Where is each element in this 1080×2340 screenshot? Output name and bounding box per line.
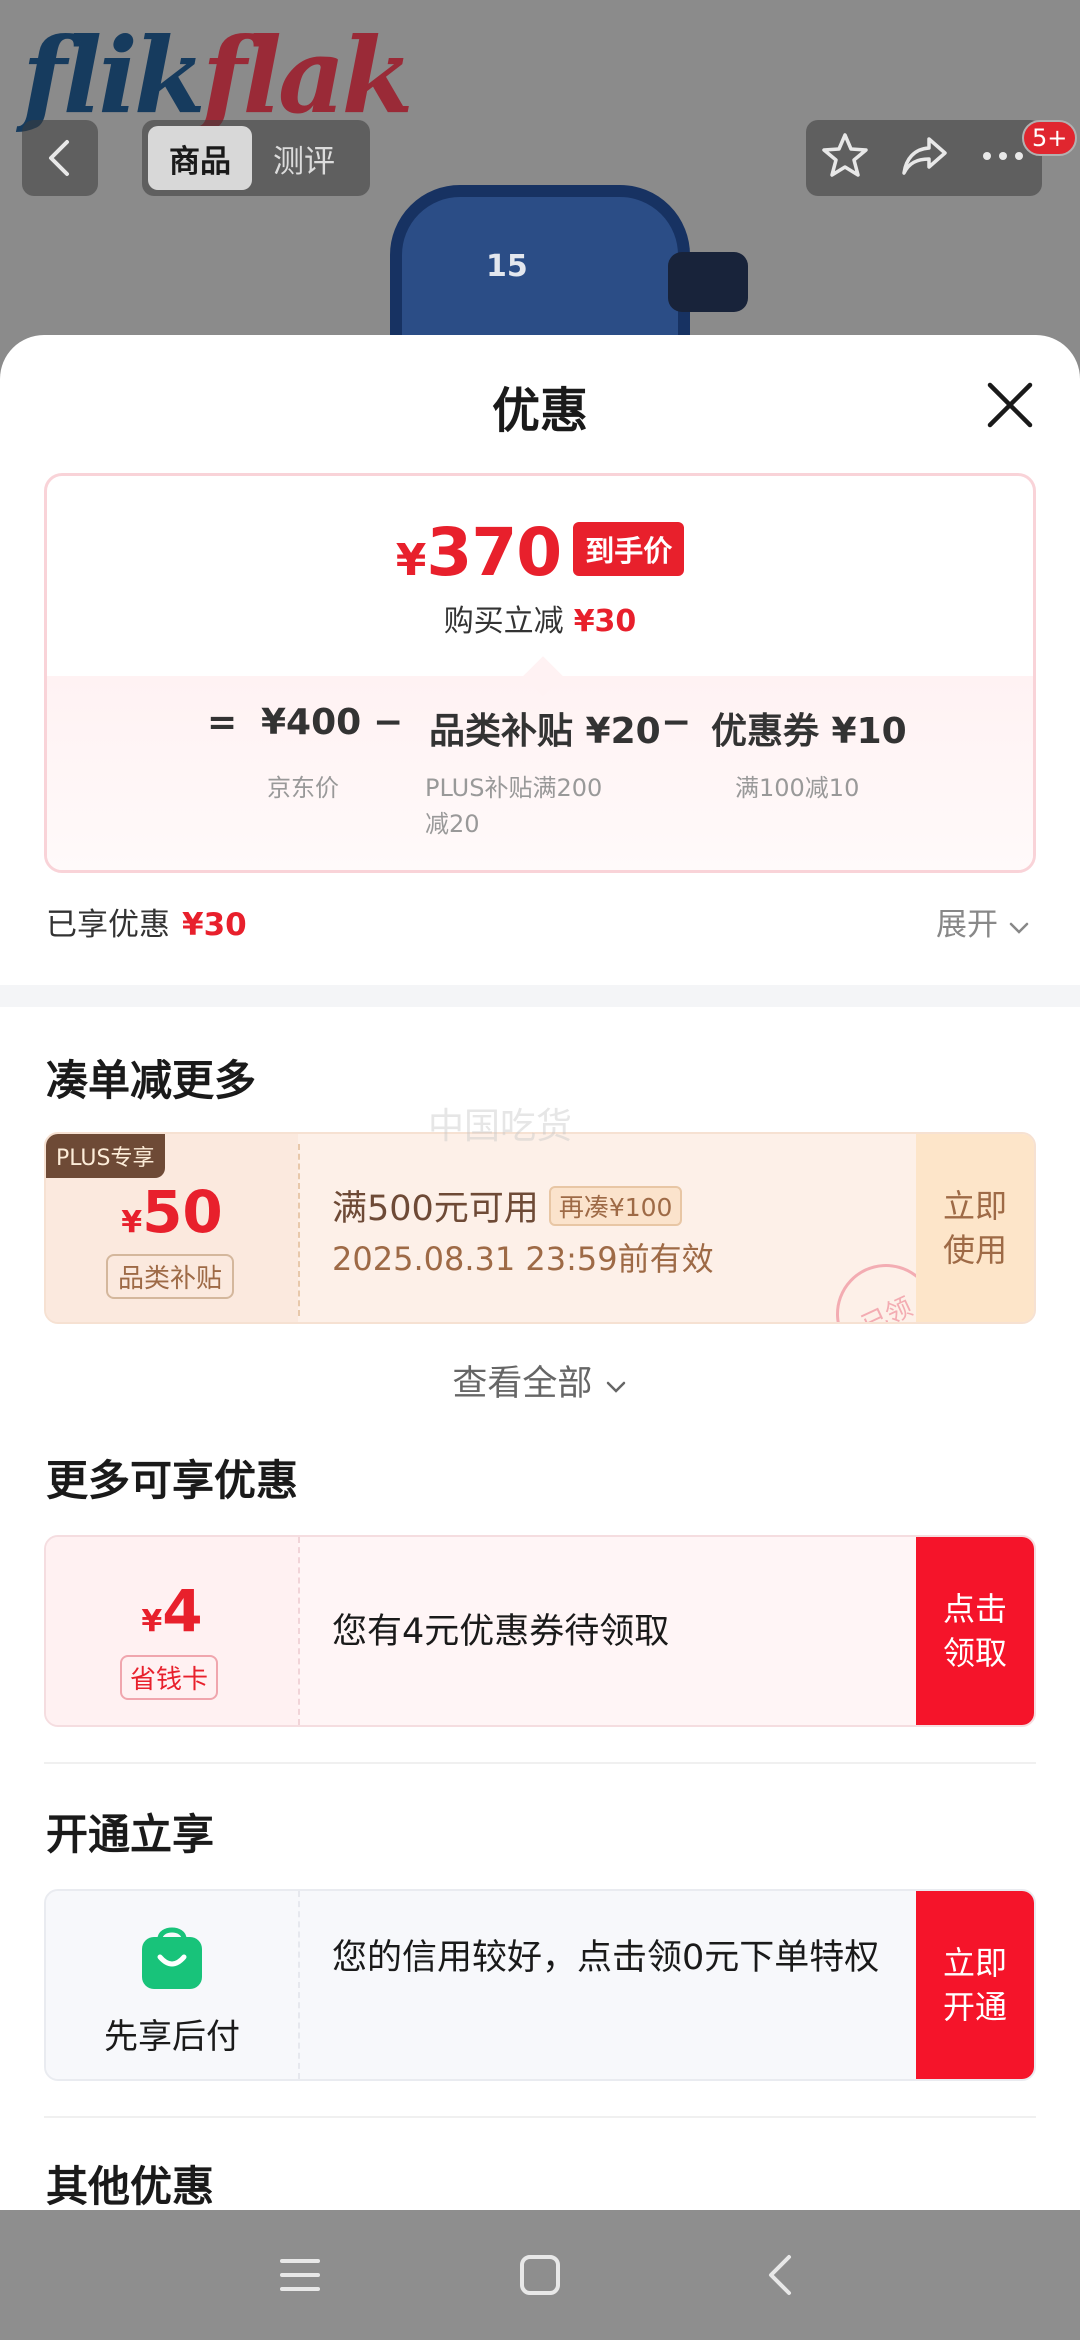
- home-square-icon: [520, 2255, 560, 2295]
- final-price: ¥370 到手价: [47, 514, 1033, 591]
- share-icon[interactable]: [899, 131, 949, 185]
- formula-minus: −: [373, 702, 404, 743]
- section-divider: [0, 985, 1080, 1007]
- section-title-extra-discounts: 更多可享优惠: [46, 1456, 299, 1505]
- coupon-expiry: 2025.08.31 23:59前有效: [332, 1240, 714, 1278]
- formula-jd-price-note: 京东价: [267, 774, 339, 802]
- coupon-condition: 满500元可用 再凑¥100: [332, 1180, 683, 1231]
- coupon-amount: ¥50: [121, 1178, 223, 1246]
- enjoyed-discount: 已享优惠 ¥30: [46, 907, 247, 943]
- section-title-more-savings: 凑单减更多: [46, 1056, 257, 1105]
- coupon-type-label: 品类补贴: [106, 1254, 235, 1299]
- shopping-bag-icon: [142, 1927, 202, 1989]
- sheet-title: 优惠: [491, 383, 588, 439]
- formula-coupon: 优惠券 ¥10: [711, 711, 907, 752]
- discount-bottom-sheet: 优惠 ¥370 到手价 购买立减 ¥30 = ¥400 京东价 − 品类补贴 ¥20…: [0, 335, 1080, 2210]
- savings-card-coupon: ¥4 省钱卡 您有4元优惠券待领取 点击 领取: [44, 1535, 1036, 1727]
- back-button[interactable]: [22, 120, 98, 196]
- formula-equals: =: [207, 702, 238, 743]
- watermark-text: 中国吃货: [428, 1106, 573, 1147]
- message-count-badge: 5+: [1022, 120, 1078, 156]
- system-back-button[interactable]: [740, 2235, 820, 2315]
- menu-button[interactable]: [260, 2235, 340, 2315]
- brand-logo: flikflak: [22, 14, 414, 137]
- plus-exclusive-tag: PLUS专享: [46, 1134, 165, 1178]
- close-button[interactable]: [980, 375, 1040, 435]
- divider: [44, 2116, 1036, 2118]
- chevron-left-icon: [769, 2255, 791, 2295]
- tab-product[interactable]: 商品: [148, 126, 252, 190]
- menu-icon: [280, 2259, 320, 2291]
- instant-discount: 购买立减 ¥30: [443, 604, 637, 639]
- coupon-description: 您有4元优惠券待领取: [332, 1612, 670, 1652]
- top-actions: [806, 120, 1042, 196]
- page-tab-switcher: 商品 测评: [142, 120, 370, 196]
- watch-strap-number: 15: [486, 249, 528, 284]
- pay-later-card: 先享后付 您的信用较好，点击领0元下单特权 立即 开通: [44, 1889, 1036, 2081]
- price-formula: = ¥400 京东价 − 品类补贴 ¥20 PLUS补贴满200 减20 − 优惠…: [47, 656, 1033, 870]
- final-price-card: ¥370 到手价 购买立减 ¥30 = ¥400 京东价 − 品类补贴 ¥20 PL…: [44, 473, 1036, 873]
- formula-coupon-note: 满100减10: [735, 774, 860, 802]
- add-more-tag: 再凑¥100: [548, 1186, 683, 1226]
- expand-button[interactable]: 展开: [936, 899, 1030, 944]
- tab-review[interactable]: 测评: [252, 126, 356, 190]
- chevron-down-icon: [1009, 922, 1029, 934]
- section-title-open-benefits: 开通立享: [46, 1810, 215, 1859]
- claim-coupon-button[interactable]: 点击 领取: [916, 1537, 1034, 1725]
- section-title-other-discounts: 其他优惠: [46, 2162, 215, 2210]
- savings-card-label: 省钱卡: [120, 1655, 219, 1700]
- more-options-icon[interactable]: [978, 131, 1028, 185]
- close-icon: [987, 382, 1033, 428]
- system-navigation-bar: [0, 2210, 1080, 2340]
- formula-jd-price: ¥400: [261, 702, 362, 743]
- activate-now-button[interactable]: 立即 开通: [916, 1891, 1034, 2079]
- coupon-amount: ¥4: [141, 1577, 203, 1645]
- use-now-button[interactable]: 立即 使用: [916, 1134, 1034, 1322]
- home-button[interactable]: [500, 2235, 580, 2315]
- chevron-left-icon: [49, 140, 69, 176]
- chevron-down-icon: [606, 1381, 625, 1393]
- formula-minus: −: [661, 702, 692, 743]
- final-price-tag: 到手价: [573, 522, 685, 576]
- divider: [44, 1762, 1036, 1764]
- star-icon[interactable]: [820, 131, 870, 185]
- pay-later-label: 先享后付: [104, 2017, 240, 2057]
- formula-subsidy-note: PLUS补贴满200 减20: [425, 774, 603, 838]
- pay-later-description: 您的信用较好，点击领0元下单特权: [332, 1938, 880, 1978]
- view-all-button[interactable]: 查看全部: [0, 1355, 1080, 1406]
- formula-category-subsidy: 品类补贴 ¥20: [429, 711, 661, 752]
- plus-coupon: PLUS专享 ¥50 品类补贴 满500元可用 再凑¥100 2025.08.31…: [44, 1132, 1036, 1324]
